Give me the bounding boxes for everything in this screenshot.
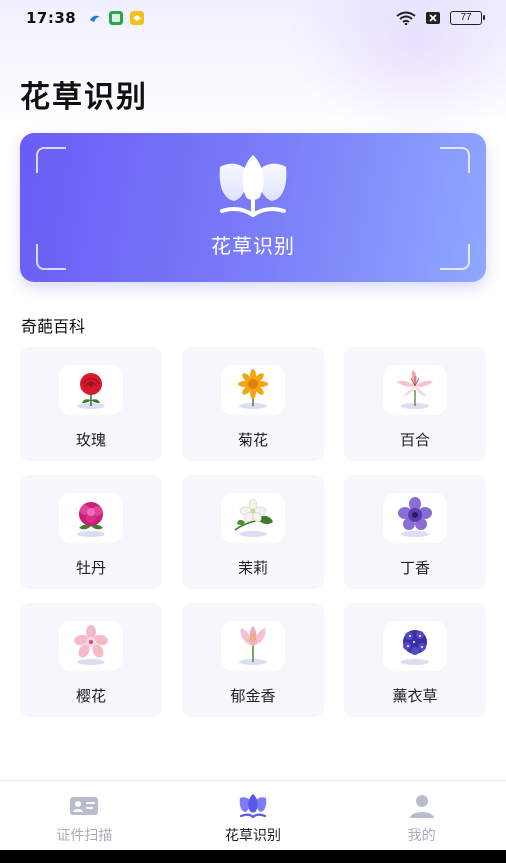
status-time: 17:38 — [26, 9, 77, 27]
lavender-icon — [401, 630, 429, 665]
wifi-icon — [396, 11, 416, 25]
status-bar: 17:38 77 — [0, 0, 506, 36]
nav-id-scan[interactable]: 证件扫描 — [0, 781, 169, 850]
green-app-icon — [109, 11, 124, 25]
chrysanthemum-icon — [238, 369, 268, 409]
lotus-icon — [219, 155, 287, 218]
scan-frame-corner — [440, 147, 470, 173]
bottom-nav: 证件扫描 花草识别 我的 — [0, 780, 506, 850]
flower-card-jasmine[interactable]: 茉莉 — [182, 475, 324, 589]
flower-card-tulip[interactable]: 郁金香 — [182, 603, 324, 717]
peony-icon — [77, 502, 105, 537]
app-screen: 17:38 77 花草识别 花草识别 奇葩百科 玫瑰 菊花 百合 牡丹 茉莉 丁… — [0, 0, 506, 850]
flower-card-lavender[interactable]: 薰衣草 — [344, 603, 486, 717]
nav-mine[interactable]: 我的 — [337, 781, 506, 850]
identify-plant-banner[interactable]: 花草识别 — [20, 133, 486, 282]
nav-plant-identify[interactable]: 花草识别 — [169, 781, 338, 850]
banner-label: 花草识别 — [211, 234, 295, 258]
user-icon — [409, 795, 434, 818]
flower-name: 牡丹 — [75, 559, 106, 577]
flower-card-peony[interactable]: 牡丹 — [20, 475, 162, 589]
section-title: 奇葩百科 — [21, 317, 86, 336]
system-navigation-bar — [0, 850, 506, 863]
flower-name: 樱花 — [75, 687, 106, 705]
flower-card-cherry-blossom[interactable]: 樱花 — [20, 603, 162, 717]
rose-icon — [77, 373, 105, 409]
jasmine-icon — [234, 498, 273, 537]
flower-thumb — [59, 365, 123, 415]
nav-label: 证件扫描 — [56, 828, 113, 844]
flower-thumb — [59, 493, 123, 543]
status-notification-icons — [88, 11, 145, 25]
nav-label: 我的 — [407, 828, 436, 844]
flower-name: 百合 — [399, 431, 430, 449]
flower-grid: 玫瑰 菊花 百合 牡丹 茉莉 丁香 樱花 郁金香 薰衣草 — [20, 347, 486, 717]
flower-name: 丁香 — [399, 559, 430, 577]
no-sim-icon — [426, 12, 440, 24]
flower-name: 菊花 — [237, 431, 268, 449]
flower-thumb — [221, 493, 285, 543]
flower-thumb — [383, 621, 447, 671]
flower-name: 郁金香 — [230, 687, 276, 705]
flower-card-rose[interactable]: 玫瑰 — [20, 347, 162, 461]
flower-card-lily[interactable]: 百合 — [344, 347, 486, 461]
lily-icon — [397, 370, 433, 409]
flower-thumb — [221, 365, 285, 415]
battery-indicator: 77 — [450, 11, 485, 25]
flower-name: 玫瑰 — [75, 431, 106, 449]
bird-app-icon — [90, 15, 101, 22]
lilac-icon — [398, 497, 432, 537]
flower-card-lilac[interactable]: 丁香 — [344, 475, 486, 589]
flower-name: 薰衣草 — [392, 687, 438, 705]
flower-thumb — [59, 621, 123, 671]
page-title: 花草识别 — [20, 80, 148, 115]
nav-label: 花草识别 — [225, 828, 281, 844]
lotus-icon — [239, 794, 267, 819]
flower-thumb — [221, 621, 285, 671]
flower-thumb — [383, 493, 447, 543]
scan-frame-corner — [36, 147, 66, 173]
yellow-app-icon — [130, 11, 145, 25]
id-card-icon — [70, 797, 99, 815]
cherry-blossom-icon — [74, 625, 108, 665]
tulip-icon — [239, 626, 267, 665]
flower-thumb — [383, 365, 447, 415]
status-system-icons: 77 — [396, 11, 485, 25]
flower-card-chrysanthemum[interactable]: 菊花 — [182, 347, 324, 461]
flower-name: 茉莉 — [237, 559, 268, 577]
